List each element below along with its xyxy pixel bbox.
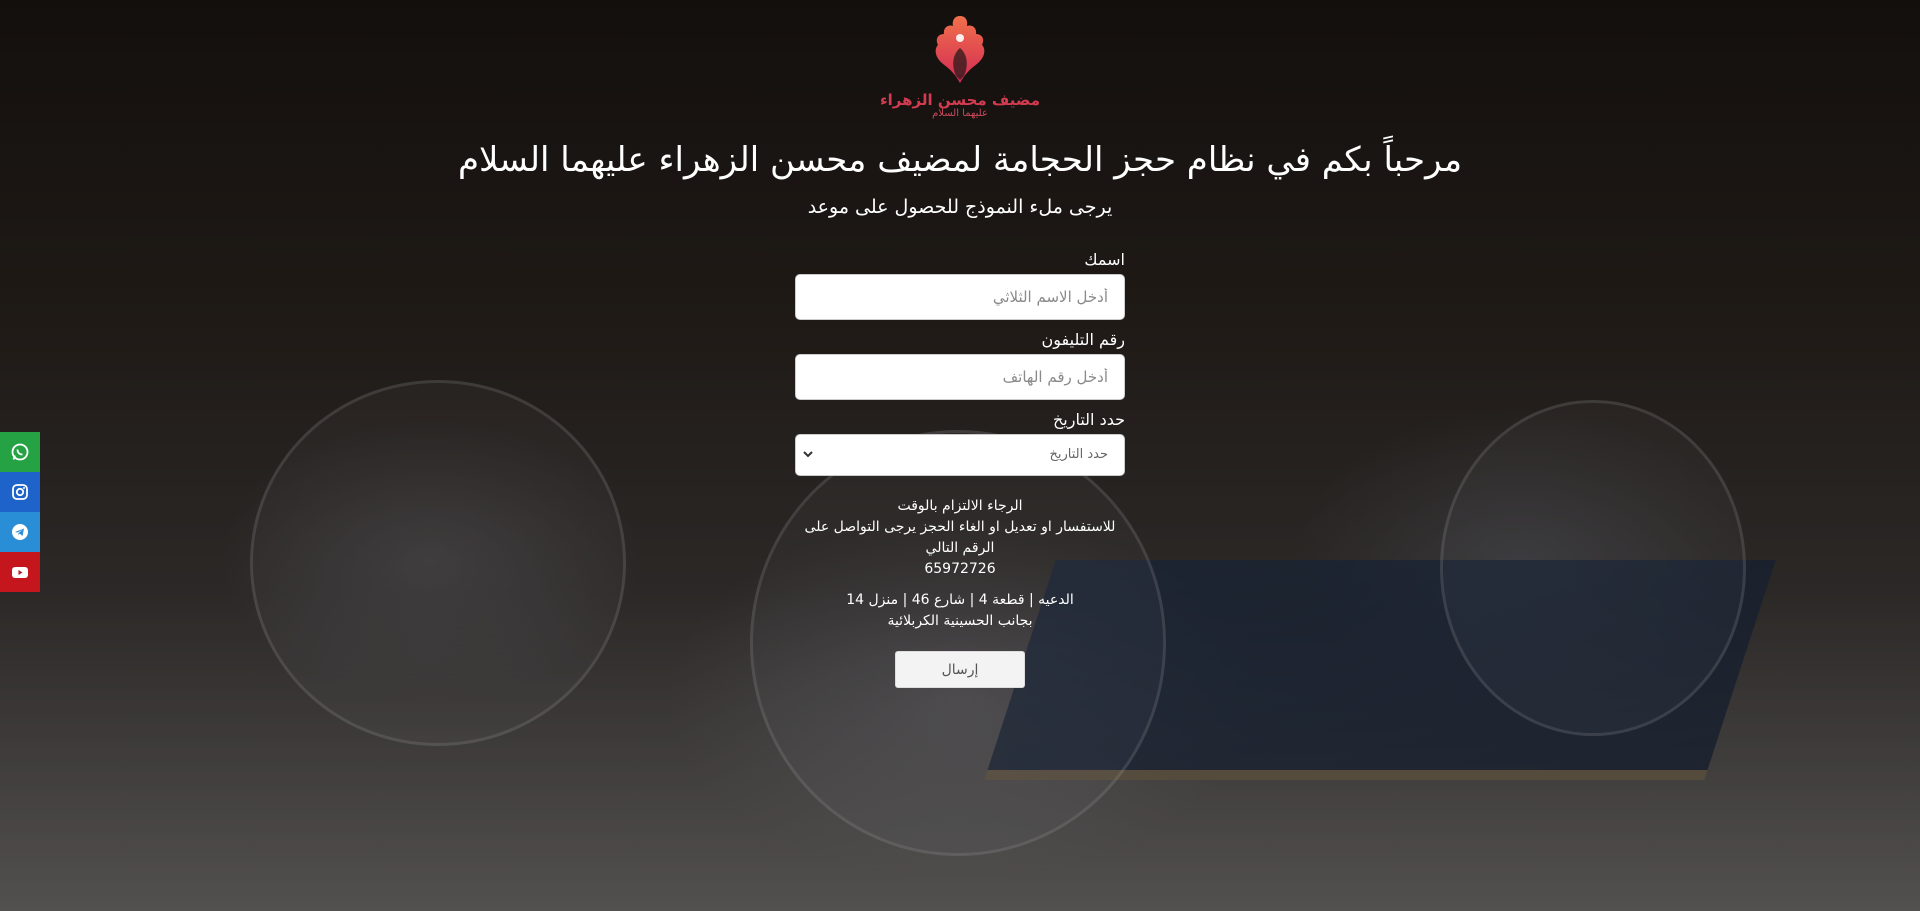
logo-subtitle: عليهما السلام <box>932 108 988 119</box>
telegram-link[interactable] <box>0 512 40 552</box>
date-select-value: حدد التاريخ <box>795 434 1125 476</box>
punctuality-note: الرجاء الالتزام بالوقت <box>897 498 1023 514</box>
address-line-1: الدعيه | قطعة 4 | شارع 46 | منزل 14 <box>846 592 1074 608</box>
instagram-icon <box>12 484 28 500</box>
hamsa-logo-icon <box>935 16 985 83</box>
page-subtitle: يرجى ملء النموذج للحصول على موعد <box>807 196 1113 218</box>
contact-phone: 65972726 <box>924 561 996 577</box>
phone-input[interactable] <box>795 354 1125 400</box>
youtube-link[interactable] <box>0 552 40 592</box>
address-line-2: بجانب الحسينية الكربلائية <box>887 613 1033 629</box>
date-label: حدد التاريخ <box>1052 410 1125 429</box>
telegram-icon <box>12 524 28 540</box>
name-input[interactable] <box>795 274 1125 320</box>
date-select[interactable]: حدد التاريخ <box>795 434 1125 476</box>
page-title: مرحباً بكم في نظام حجز الحجامة لمضيف محس… <box>457 140 1463 180</box>
youtube-icon <box>12 567 28 578</box>
whatsapp-link[interactable] <box>0 432 40 472</box>
site-logo: مضيف محسن الزهراء عليهما السلام <box>880 14 1040 128</box>
phone-label: رقم التليفون <box>1041 330 1126 349</box>
instagram-link[interactable] <box>0 472 40 512</box>
submit-button[interactable]: إرسال <box>895 651 1025 688</box>
contact-note: للاستفسار او تعديل او الغاء الحجز يرجى ا… <box>804 519 1116 556</box>
booking-info: الرجاء الالتزام بالوقت للاستفسار او تعدي… <box>795 496 1125 632</box>
booking-form: اسمك رقم التليفون حدد التاريخ حدد التاري… <box>795 248 1125 476</box>
logo-title: مضيف محسن الزهراء <box>879 91 1040 109</box>
whatsapp-icon <box>11 443 29 461</box>
name-label: اسمك <box>1084 250 1125 269</box>
chevron-down-icon <box>803 451 813 458</box>
